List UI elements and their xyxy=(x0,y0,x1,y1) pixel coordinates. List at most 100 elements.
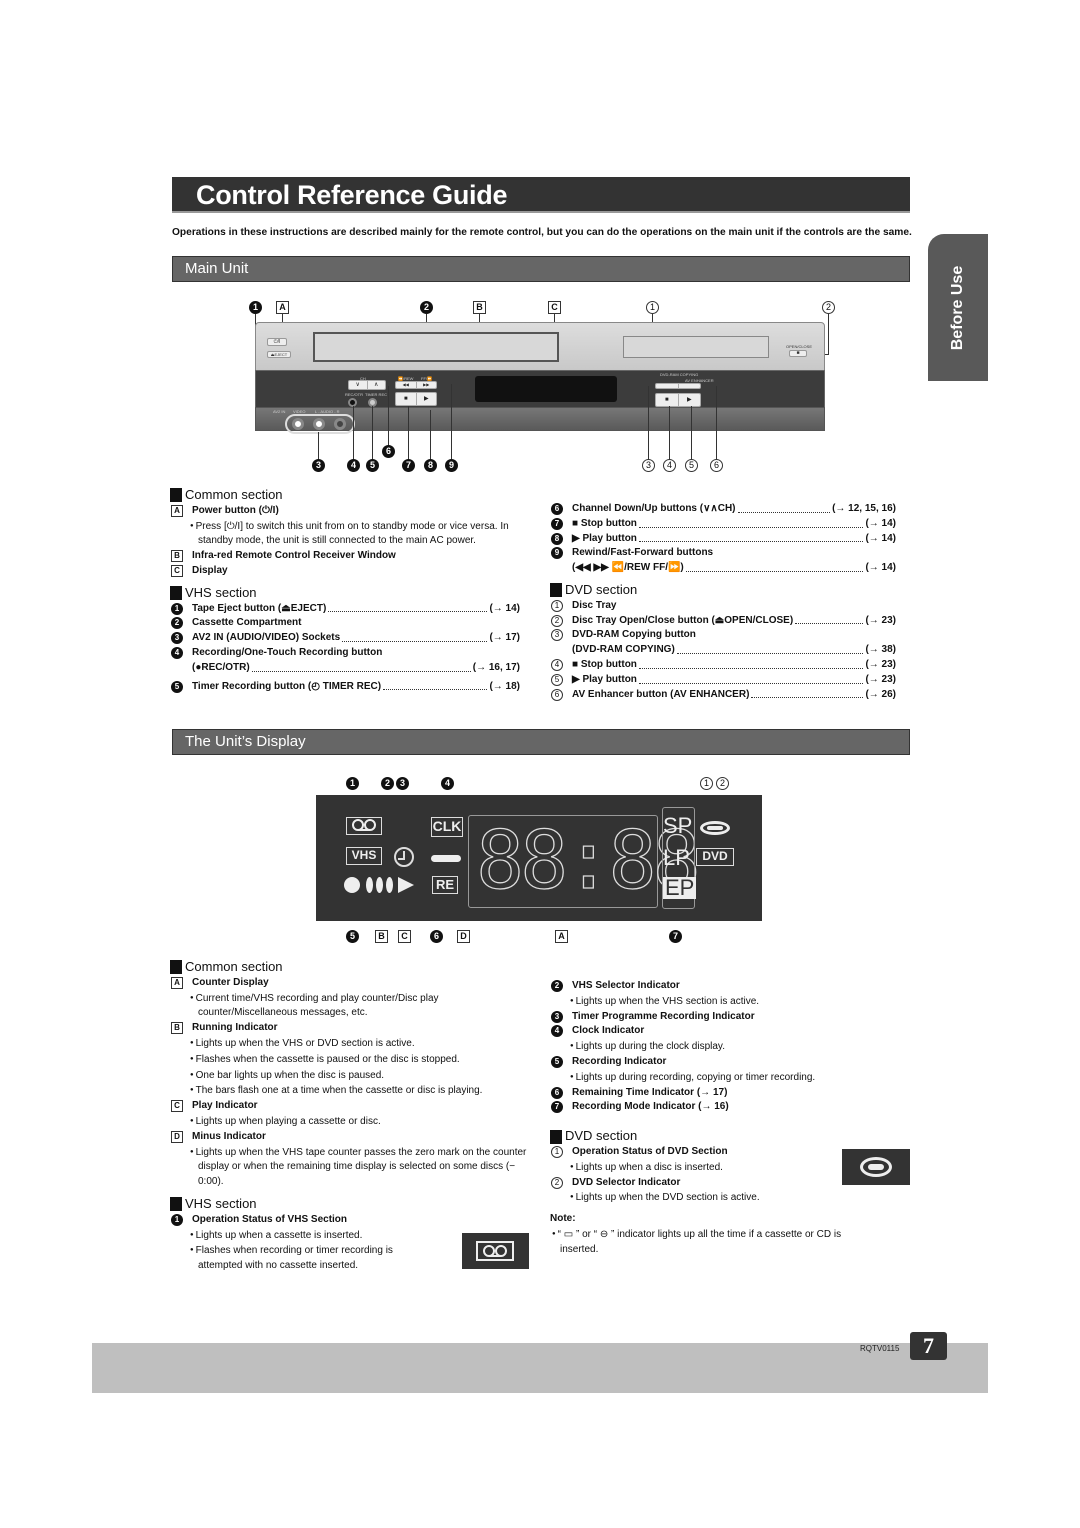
dvd-stop-button[interactable]: ■ xyxy=(656,394,679,406)
list-item: 5 Recording Indicator xyxy=(550,1055,900,1070)
callout-vhs-7: 7 xyxy=(402,459,415,472)
eject-button[interactable]: ⏏EJECT xyxy=(267,351,291,358)
callout-vhs-6: 6 xyxy=(382,445,395,458)
callout-dvd-2: 2 xyxy=(822,301,835,314)
callout-disp-1: 1 xyxy=(346,777,359,790)
list-item: 2 VHS Selector Indicator xyxy=(550,979,900,994)
dvd-indicator: DVD xyxy=(696,848,734,866)
callout-disp-dvd-2: 2 xyxy=(716,777,729,790)
dvd-section-heading: DVD section xyxy=(550,582,896,598)
callout-A: A xyxy=(276,301,289,314)
callout-disp-D: D xyxy=(457,930,470,943)
running-indicator-bar xyxy=(366,877,373,893)
vhs-section-heading: VHS section xyxy=(170,585,520,601)
list-item: 7 ■ Stop button (→ 14) xyxy=(550,517,896,532)
bullet-text: Lights up when the VHS tape counter pass… xyxy=(170,1145,530,1190)
vhs-status-illustration xyxy=(462,1233,529,1269)
callout-disp-dvd-1: 1 xyxy=(700,777,713,790)
dvd-function-buttons xyxy=(655,383,701,389)
list-item: 3 Timer Programme Recording Indicator xyxy=(550,1010,900,1025)
rec-otr-label: REC/OTR xyxy=(345,392,363,397)
section-header-units-display: The Unit’s Display xyxy=(172,729,910,755)
bullet-text: Lights up when the VHS or DVD section is… xyxy=(170,1036,530,1052)
callout-disp-3: 3 xyxy=(396,777,409,790)
document-code: RQTV0115 xyxy=(860,1344,900,1353)
audio-r-socket[interactable] xyxy=(334,418,346,430)
callout-vhs-1: 1 xyxy=(249,301,262,314)
bullet-text: Lights up during the clock display. xyxy=(550,1039,900,1055)
callout-disp-B: B xyxy=(375,930,388,943)
av-enhancer-button[interactable] xyxy=(679,384,701,388)
rew-ff-buttons: ◀◀ ▶▶ xyxy=(395,381,437,389)
list-item: 8 ▶ Play button (→ 14) xyxy=(550,532,896,547)
leader-line xyxy=(388,386,389,446)
callout-disp-A: A xyxy=(555,930,568,943)
channel-up-button[interactable]: ∧ xyxy=(368,381,386,389)
callout-dvd-5: 5 xyxy=(685,459,698,472)
page-title: Control Reference Guide xyxy=(196,180,508,210)
list-item: 6 Remaining Time Indicator (→ 17) xyxy=(550,1086,900,1101)
open-close-label: OPEN/CLOSE xyxy=(786,344,813,349)
page-number: 7 xyxy=(910,1332,947,1360)
common-section-heading: Common section xyxy=(170,487,520,503)
bullet-text: Lights up when a cassette is inserted. xyxy=(170,1228,430,1244)
dvd-transport-buttons: ■ ▶ xyxy=(655,393,701,407)
list-item: 9 Rewind/Fast-Forward buttons xyxy=(550,546,896,561)
list-item: B Infra-red Remote Control Receiver Windo… xyxy=(170,549,520,564)
display-window xyxy=(475,376,617,402)
leader-line xyxy=(648,386,649,460)
main-unit-diagram: ⏻/I ⏏EJECT ■ OPEN/CLOSE CH ∨ ∧ REC/OTR T… xyxy=(255,322,825,434)
callout-dvd-1: 1 xyxy=(646,301,659,314)
side-tab-before-use[interactable]: Before Use xyxy=(928,234,988,381)
bullet-text: Lights up when the DVD section is active… xyxy=(550,1190,900,1206)
bullet-text: One bar lights up when the disc is pause… xyxy=(170,1068,530,1084)
video-socket[interactable] xyxy=(292,418,304,430)
list-item: 4 ■ Stop button (→ 23) xyxy=(550,658,896,673)
list-item: 1 Tape Eject button (⏏EJECT) (→ 14) xyxy=(170,602,520,617)
dvd-ram-copying-button[interactable] xyxy=(656,384,679,388)
bullet-text: Lights up when the VHS section is active… xyxy=(550,994,900,1010)
list-item: 2 Disc Tray Open/Close button (⏏OPEN/CLOS… xyxy=(550,614,896,629)
power-button[interactable]: ⏻/I xyxy=(267,338,287,346)
rewind-button[interactable]: ◀◀ xyxy=(396,382,417,388)
cassette-compartment xyxy=(313,332,559,362)
list-item: B Running Indicator xyxy=(170,1021,530,1036)
audio-l-socket[interactable] xyxy=(313,418,325,430)
callout-vhs-5: 5 xyxy=(366,459,379,472)
callout-vhs-3: 3 xyxy=(312,459,325,472)
fast-forward-button[interactable]: ▶▶ xyxy=(417,382,437,388)
vhs-section-heading: VHS section xyxy=(170,1196,530,1212)
disc-indicator-icon xyxy=(700,821,730,835)
list-item: 5 Timer Recording button (◴ TIMER REC) (→ … xyxy=(170,680,520,695)
common-section-heading: Common section xyxy=(170,959,530,975)
section-header-main-unit: Main Unit xyxy=(172,256,910,282)
vhs-stop-button[interactable]: ■ xyxy=(396,393,417,405)
list-item: 5 ▶ Play button (→ 23) xyxy=(550,673,896,688)
list-item: 1 Disc Tray xyxy=(550,599,896,614)
callout-vhs-9: 9 xyxy=(445,459,458,472)
display-right-column: 2VHS Selector Indicator Lights up when t… xyxy=(550,979,900,1258)
leader-line xyxy=(716,386,717,460)
callout-vhs-8: 8 xyxy=(424,459,437,472)
page-title-bar: Control Reference Guide xyxy=(172,177,910,213)
callout-disp-C: C xyxy=(398,930,411,943)
disc-icon xyxy=(860,1157,892,1177)
callout-disp-6: 6 xyxy=(430,930,443,943)
list-item: 6 AV Enhancer button (AV ENHANCER) (→ 26) xyxy=(550,688,896,703)
vhs-play-button[interactable]: ▶ xyxy=(417,393,437,405)
side-tab-label: Before Use xyxy=(949,265,966,350)
dvd-status-illustration xyxy=(842,1149,910,1185)
open-close-button[interactable]: ■ xyxy=(789,350,807,357)
mode-ep: EP xyxy=(663,875,697,900)
list-item: 1 Operation Status of VHS Section xyxy=(170,1213,530,1228)
callout-dvd-3: 3 xyxy=(642,459,655,472)
leader-line xyxy=(430,410,431,460)
disc-tray xyxy=(623,336,769,358)
bullet-text: Lights up during recording, copying or t… xyxy=(550,1070,900,1086)
callout-vhs-4: 4 xyxy=(347,459,360,472)
callout-dvd-4: 4 xyxy=(663,459,676,472)
leader-line xyxy=(372,406,373,460)
dvd-play-button[interactable]: ▶ xyxy=(679,394,701,406)
channel-down-button[interactable]: ∨ xyxy=(349,381,368,389)
bullet-text: The bars flash one at a time when the ca… xyxy=(170,1083,530,1099)
